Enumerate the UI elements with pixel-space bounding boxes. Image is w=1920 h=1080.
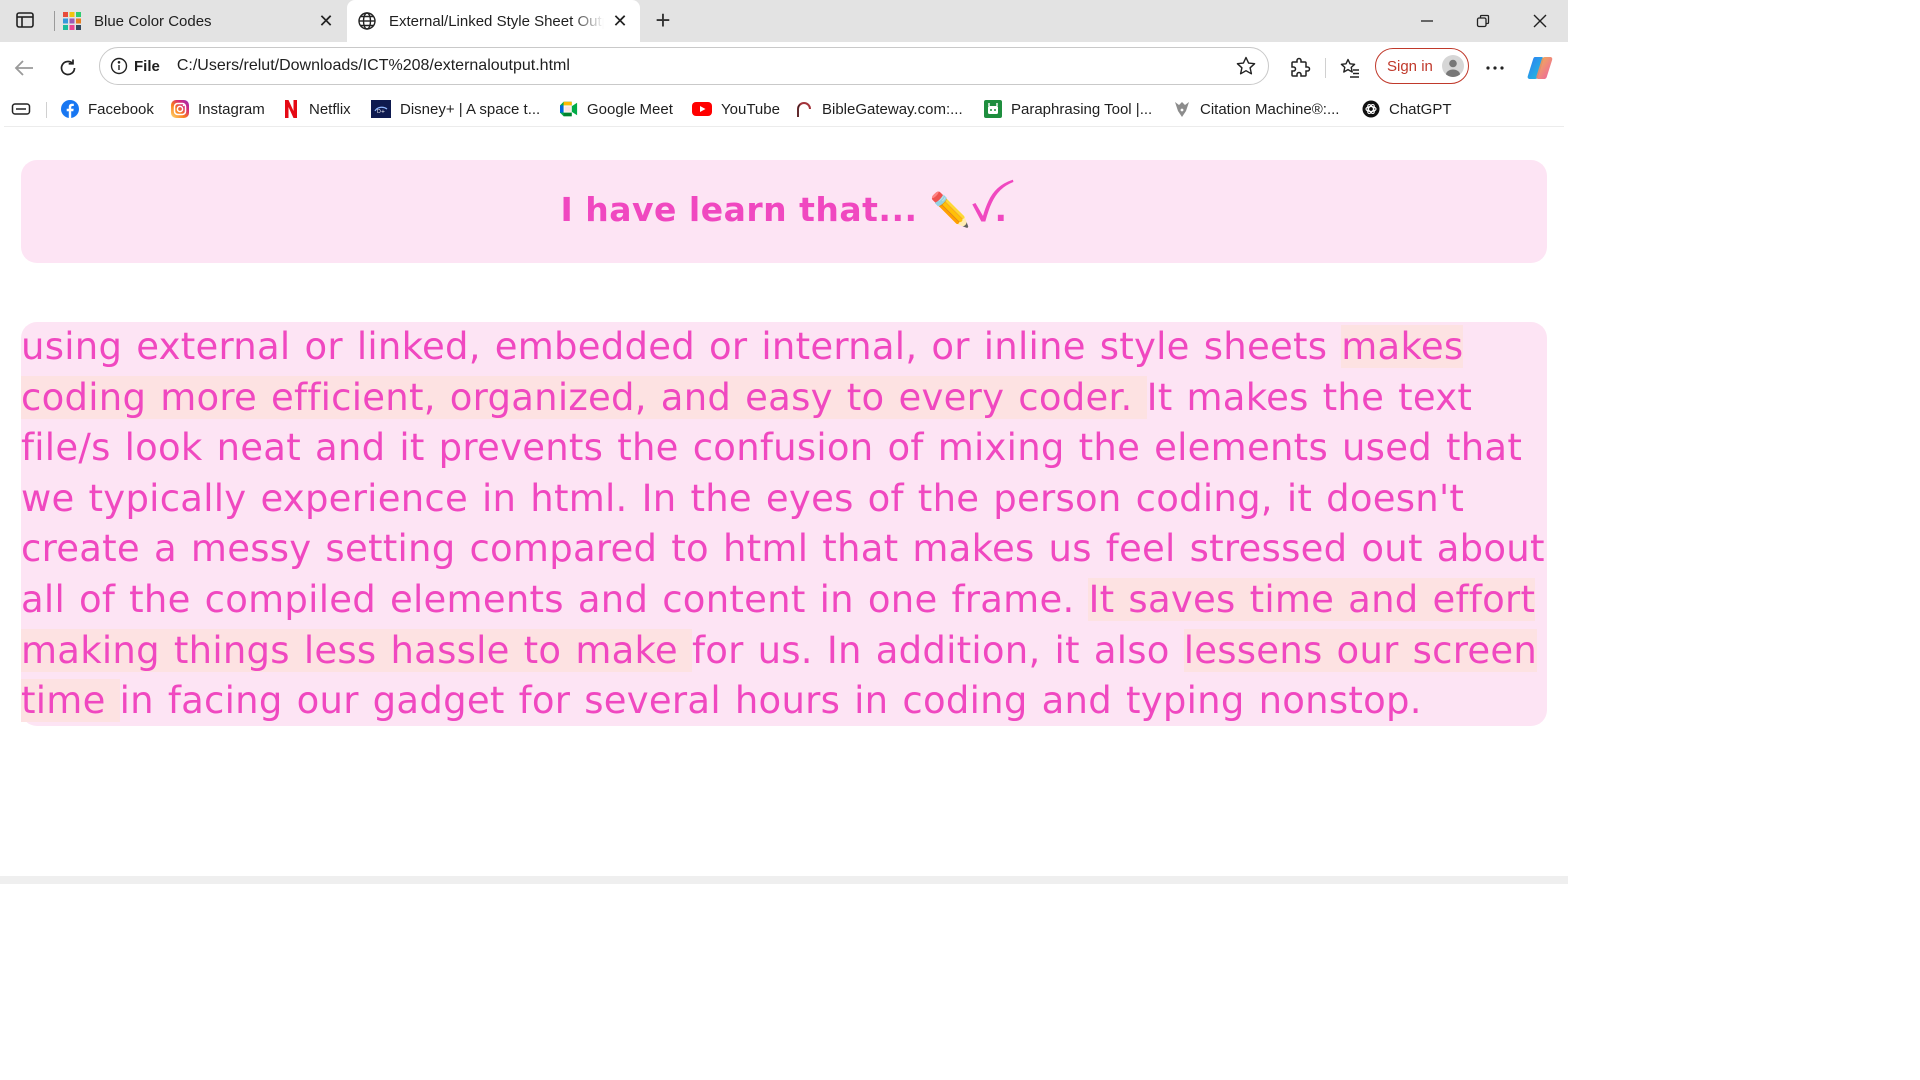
page-content: I have learn that... ✏️ꪜ. using external…: [4, 126, 1564, 877]
svg-text:D+: D+: [377, 109, 385, 115]
bookmark-label: Instagram: [198, 100, 265, 118]
citation-machine-icon: [1173, 100, 1191, 118]
bookmark-label: Facebook: [88, 100, 154, 118]
bookmark-label: Citation Machine®:...: [1200, 100, 1340, 118]
scheme-label[interactable]: File: [134, 58, 160, 75]
color-grid-favicon-icon: [62, 11, 82, 31]
bookmark-youtube[interactable]: YouTube: [692, 97, 780, 121]
tab-title: Blue Color Codes: [94, 12, 212, 30]
youtube-icon: [692, 100, 712, 118]
extensions-puzzle-icon[interactable]: [1286, 54, 1314, 82]
sign-in-button[interactable]: Sign in: [1375, 48, 1469, 84]
favorites-list-icon[interactable]: [1336, 54, 1364, 82]
more-options-icon[interactable]: [1481, 54, 1509, 82]
globe-icon: [357, 11, 377, 31]
tab-strip: Blue Color Codes ✕ External/Linked Style…: [0, 0, 1568, 42]
close-window-icon[interactable]: [1512, 0, 1568, 42]
biblegateway-icon: [795, 100, 813, 118]
tab-external-linked-style-sheet-output[interactable]: External/Linked Style Sheet Output ✕: [347, 0, 640, 42]
favorite-star-icon[interactable]: [1234, 54, 1258, 78]
bookmark-instagram[interactable]: Instagram: [171, 97, 265, 121]
bookmarks-collection-icon[interactable]: [11, 97, 31, 121]
bookmark-label: Netflix: [309, 100, 351, 118]
google-meet-icon: [560, 100, 578, 118]
sign-in-label: Sign in: [1387, 57, 1433, 75]
tab-title: External/Linked Style Sheet Output: [389, 12, 604, 30]
close-tab-icon[interactable]: ✕: [610, 11, 630, 31]
bookmark-facebook[interactable]: Facebook: [61, 97, 154, 121]
facebook-icon: [61, 100, 79, 118]
minimize-icon[interactable]: [1399, 0, 1455, 42]
address-bar[interactable]: File C:/Users/relut/Downloads/ICT%208/ex…: [99, 47, 1269, 85]
close-tab-icon[interactable]: ✕: [316, 11, 336, 31]
url-text[interactable]: C:/Users/relut/Downloads/ICT%208/externa…: [177, 57, 1234, 75]
bookmark-biblegateway[interactable]: BibleGateway.com:...: [795, 97, 963, 121]
bookmark-label: Google Meet: [587, 100, 673, 118]
disney-plus-icon: D+: [371, 100, 391, 118]
tab-blue-color-codes[interactable]: Blue Color Codes ✕: [52, 0, 346, 42]
bookmark-label: YouTube: [721, 100, 780, 118]
toolbar-separator: [1325, 58, 1326, 78]
restore-icon[interactable]: [1455, 0, 1511, 42]
bookmark-label: ChatGPT: [1389, 100, 1452, 118]
new-tab-icon[interactable]: +: [650, 7, 676, 33]
browser-toolbar: File C:/Users/relut/Downloads/ICT%208/ex…: [0, 42, 1568, 92]
bookmark-chatgpt[interactable]: ChatGPT: [1362, 97, 1452, 121]
info-icon[interactable]: [110, 57, 128, 75]
bookmark-paraphrasing-tool[interactable]: Paraphrasing Tool |...: [984, 97, 1152, 121]
copilot-icon[interactable]: [1526, 54, 1554, 82]
window-bottom-edge: [0, 876, 1568, 884]
paragraph-segment: in facing our gadget for several hours i…: [119, 679, 1422, 723]
paragraph-box: using external or linked, embedded or in…: [21, 322, 1547, 726]
bookmark-label: BibleGateway.com:...: [822, 100, 963, 118]
paraphrasing-tool-icon: [984, 100, 1002, 118]
paragraph-segment: for us. In addition, it also: [691, 628, 1184, 672]
bookmark-label: Paraphrasing Tool |...: [1011, 100, 1153, 118]
paragraph: using external or linked, embedded or in…: [21, 322, 1547, 727]
profile-avatar-icon: [1441, 55, 1464, 77]
bookmark-google-meet[interactable]: Google Meet: [560, 97, 673, 121]
netflix-icon: [282, 100, 300, 118]
bookmarks-bar: Facebook Instagram Netflix D+ Disney+ | …: [0, 92, 1568, 126]
tab-actions-menu-icon[interactable]: [12, 8, 38, 32]
back-arrow-icon[interactable]: [10, 54, 38, 82]
paragraph-segment: using external or linked, embedded or in…: [21, 325, 1342, 368]
chatgpt-icon: [1362, 100, 1380, 118]
bookmark-disney-plus[interactable]: D+ Disney+ | A space t...: [371, 97, 540, 121]
bookmark-citation-machine[interactable]: Citation Machine®:...: [1173, 97, 1339, 121]
instagram-icon: [171, 100, 189, 118]
bookmarks-separator: [46, 102, 47, 118]
bookmark-netflix[interactable]: Netflix: [282, 97, 351, 121]
bookmark-label: Disney+ | A space t...: [400, 100, 541, 118]
refresh-icon[interactable]: [54, 54, 82, 82]
heading-box: I have learn that... ✏️ꪜ.: [21, 160, 1547, 263]
page-heading: I have learn that... ✏️ꪜ.: [560, 189, 1008, 229]
